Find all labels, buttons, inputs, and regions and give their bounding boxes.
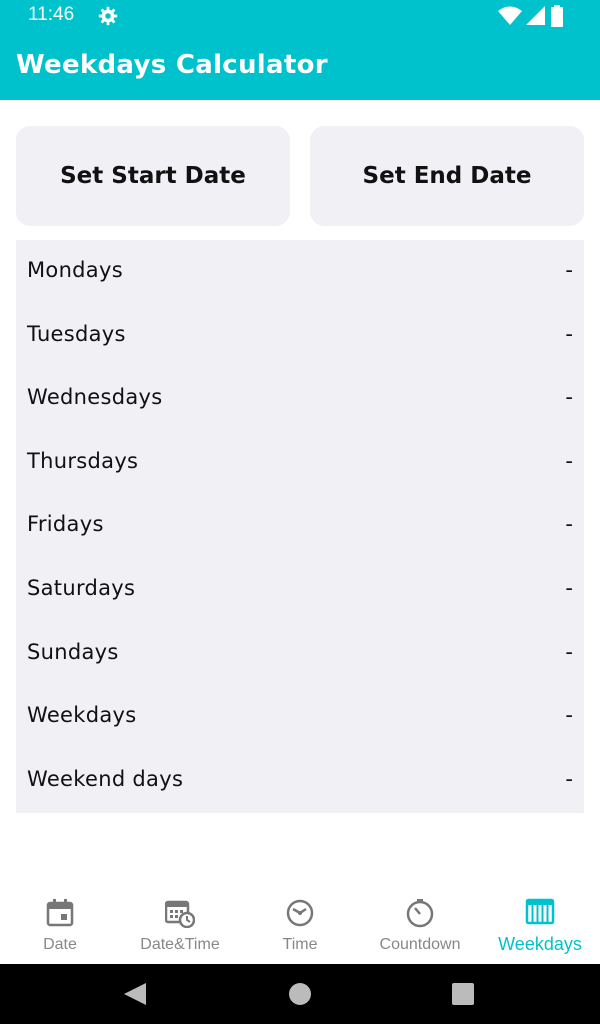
- result-label: Tuesdays: [27, 322, 126, 346]
- nav-label-date: Date: [43, 936, 77, 953]
- result-value: -: [565, 322, 573, 346]
- status-bar: 11:46: [0, 0, 600, 32]
- weekdays-grid-icon: [525, 898, 555, 925]
- nav-item-date[interactable]: Date: [0, 880, 120, 964]
- status-time: 11:46: [28, 4, 75, 25]
- result-row-weekdays: Weekdays -: [16, 685, 584, 748]
- result-row-sundays: Sundays -: [16, 622, 584, 685]
- nav-label-time: Time: [282, 936, 318, 953]
- result-row-wednesdays: Wednesdays -: [16, 367, 584, 430]
- result-label: Sundays: [27, 640, 119, 664]
- recents-icon[interactable]: [452, 983, 474, 1005]
- results-list: Mondays - Tuesdays - Wednesdays - Thursd…: [16, 240, 584, 813]
- result-label: Saturdays: [27, 576, 136, 600]
- result-label: Thursdays: [27, 449, 139, 473]
- gear-icon: [98, 6, 118, 26]
- calendar-clock-icon: [165, 900, 195, 928]
- signal-icon: [526, 6, 545, 25]
- app-title: Weekdays Calculator: [16, 50, 328, 80]
- result-row-mondays: Mondays -: [16, 240, 584, 303]
- bottom-navigation: Date Date&Time Time Countdown Weekdays: [0, 880, 600, 964]
- battery-icon: [551, 5, 563, 27]
- calendar-icon: [46, 899, 74, 927]
- nav-label-countdown: Countdown: [379, 936, 461, 953]
- result-label: Fridays: [27, 512, 104, 536]
- nav-label-weekdays: Weekdays: [498, 934, 582, 954]
- set-end-date-button[interactable]: Set End Date: [310, 126, 584, 226]
- result-row-fridays: Fridays -: [16, 494, 584, 557]
- back-icon[interactable]: [124, 983, 148, 1005]
- nav-label-date-time: Date&Time: [140, 936, 220, 953]
- clock-icon: [286, 899, 314, 927]
- result-value: -: [565, 576, 573, 600]
- timer-icon: [406, 899, 434, 928]
- result-value: -: [565, 640, 573, 664]
- result-row-saturdays: Saturdays -: [16, 558, 584, 621]
- result-label: Mondays: [27, 258, 123, 282]
- wifi-icon: [498, 6, 522, 25]
- result-value: -: [565, 703, 573, 727]
- result-row-weekend-days: Weekend days -: [16, 749, 584, 812]
- home-icon[interactable]: [288, 982, 312, 1006]
- nav-item-date-time[interactable]: Date&Time: [120, 880, 240, 964]
- result-value: -: [565, 385, 573, 409]
- result-label: Wednesdays: [27, 385, 163, 409]
- nav-item-weekdays[interactable]: Weekdays: [480, 880, 600, 964]
- result-label: Weekend days: [27, 767, 184, 791]
- nav-item-time[interactable]: Time: [240, 880, 360, 964]
- result-value: -: [565, 767, 573, 791]
- result-value: -: [565, 512, 573, 536]
- result-row-thursdays: Thursdays -: [16, 431, 584, 494]
- app-header: 11:46 Weekdays Calculator: [0, 0, 600, 100]
- result-value: -: [565, 449, 573, 473]
- result-row-tuesdays: Tuesdays -: [16, 304, 584, 367]
- nav-item-countdown[interactable]: Countdown: [360, 880, 480, 964]
- result-value: -: [565, 258, 573, 282]
- result-label: Weekdays: [27, 703, 137, 727]
- set-start-date-button[interactable]: Set Start Date: [16, 126, 290, 226]
- system-navigation-bar: [0, 964, 600, 1024]
